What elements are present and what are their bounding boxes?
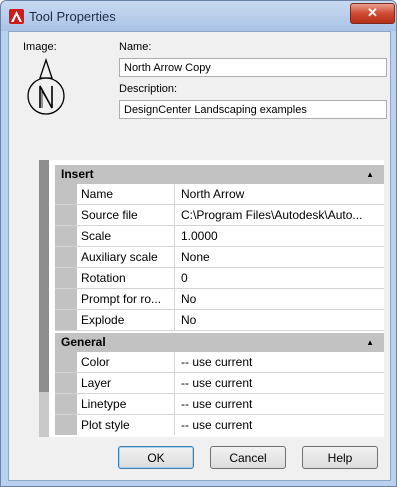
cancel-button[interactable]: Cancel <box>210 446 286 469</box>
property-row-auxiliary-scale[interactable]: Auxiliary scale None <box>55 247 384 268</box>
property-row-prompt-for-rotation[interactable]: Prompt for ro... No <box>55 289 384 310</box>
property-value[interactable]: North Arrow <box>175 184 384 204</box>
collapse-up-icon[interactable]: ▲ <box>366 333 374 352</box>
image-label: Image: <box>23 41 57 53</box>
property-grid: Insert ▲ Name North Arrow Source file C:\P… <box>39 160 384 437</box>
dialog-body: Image: Name: North Arrow Copy Descriptio… <box>8 31 391 481</box>
property-value[interactable]: No <box>175 310 384 330</box>
property-row-source-file[interactable]: Source file C:\Program Files\Autodesk\Aut… <box>55 205 384 226</box>
property-row-scale[interactable]: Scale 1.0000 <box>55 226 384 247</box>
property-row-layer[interactable]: Layer -- use current <box>55 373 384 394</box>
description-field[interactable]: DesignCenter Landscaping examples <box>119 100 387 119</box>
property-name: Plot style <box>77 415 175 435</box>
scrollbar-thumb[interactable] <box>39 160 49 392</box>
window-title: Tool Properties <box>29 9 116 24</box>
name-label: Name: <box>119 41 152 53</box>
category-insert[interactable]: Insert ▲ <box>55 164 384 184</box>
property-name: Prompt for ro... <box>77 289 175 309</box>
property-value[interactable]: C:\Program Files\Autodesk\Auto... <box>175 205 384 225</box>
north-arrow-icon <box>23 57 69 120</box>
property-row-rotation[interactable]: Rotation 0 <box>55 268 384 289</box>
property-name: Linetype <box>77 394 175 414</box>
autocad-app-icon <box>9 9 24 24</box>
title-bar[interactable]: Tool Properties ✕ <box>1 1 396 31</box>
category-general-title: General <box>61 335 106 349</box>
description-label: Description: <box>119 83 178 95</box>
property-name: Color <box>77 352 175 372</box>
property-value[interactable]: No <box>175 289 384 309</box>
tool-properties-window: Tool Properties ✕ Image: Name: North Arr… <box>0 0 397 487</box>
name-field[interactable]: North Arrow Copy <box>119 58 387 77</box>
property-name: Explode <box>77 310 175 330</box>
property-name: Auxiliary scale <box>77 247 175 267</box>
property-name: Source file <box>77 205 175 225</box>
property-row-explode[interactable]: Explode No <box>55 310 384 331</box>
property-row-name[interactable]: Name North Arrow <box>55 184 384 205</box>
category-general[interactable]: General ▲ <box>55 332 384 352</box>
property-value[interactable]: 1.0000 <box>175 226 384 246</box>
property-value[interactable]: None <box>175 247 384 267</box>
property-row-color[interactable]: Color -- use current <box>55 352 384 373</box>
property-value[interactable]: 0 <box>175 268 384 288</box>
property-value[interactable]: -- use current <box>175 415 384 435</box>
close-button[interactable]: ✕ <box>350 3 395 24</box>
property-row-linetype[interactable]: Linetype -- use current <box>55 394 384 415</box>
category-insert-title: Insert <box>61 167 94 181</box>
collapse-up-icon[interactable]: ▲ <box>366 165 374 184</box>
property-name: Rotation <box>77 268 175 288</box>
property-value[interactable]: -- use current <box>175 352 384 372</box>
property-grid-scrollbar[interactable] <box>39 160 49 437</box>
property-name: Scale <box>77 226 175 246</box>
property-name: Layer <box>77 373 175 393</box>
property-name: Name <box>77 184 175 204</box>
property-value[interactable]: -- use current <box>175 373 384 393</box>
property-value[interactable]: -- use current <box>175 394 384 414</box>
help-button[interactable]: Help <box>302 446 378 469</box>
ok-button[interactable]: OK <box>118 446 194 469</box>
property-row-plot-style[interactable]: Plot style -- use current <box>55 415 384 437</box>
